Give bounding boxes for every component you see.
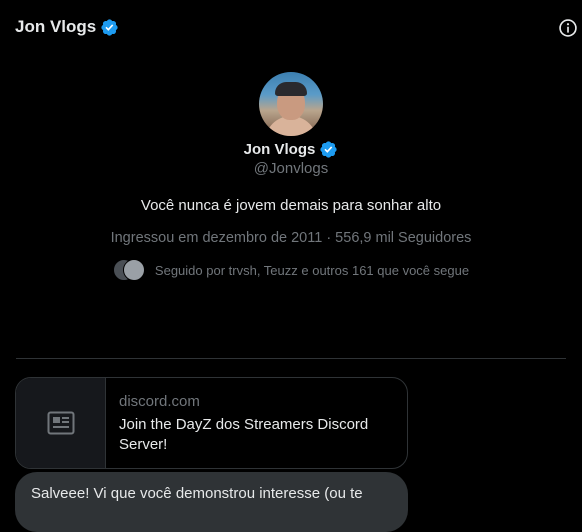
link-card-thumbnail [16,378,106,468]
profile-avatar[interactable] [259,72,323,136]
follower-avatars [112,259,145,281]
link-card-text: discord.com Join the DayZ dos Streamers … [106,378,389,468]
message-bubble[interactable]: Salveee! Vi que você demonstrou interess… [15,472,408,532]
link-preview-card[interactable]: discord.com Join the DayZ dos Streamers … [15,377,408,469]
profile-handle[interactable]: @Jonvlogs [0,160,582,180]
follower-avatar [122,259,145,281]
followed-by-text[interactable]: Seguido por trvsh, Teuzz e outros 161 qu… [155,263,469,278]
profile-summary: Jon Vlogs @Jonvlogs Você nunca é jovem d… [0,70,582,282]
article-icon [47,411,74,435]
header-title: Jon Vlogs [15,17,119,37]
profile-name-row[interactable]: Jon Vlogs [0,138,582,160]
profile-bio: Você nunca é jovem demais para sonhar al… [140,197,442,214]
profile-name[interactable]: Jon Vlogs [244,141,316,158]
verified-badge-icon [320,140,337,158]
link-domain: discord.com [119,393,200,410]
link-title: Join the DayZ dos Streamers Discord Serv… [119,416,369,453]
header-name: Jon Vlogs [15,17,97,36]
followed-by-row[interactable]: Seguido por trvsh, Teuzz e outros 161 qu… [0,258,582,282]
profile-meta: Ingressou em dezembro de 2011 · 556,9 mi… [110,230,472,246]
divider [16,358,566,359]
message-text: Salveee! Vi que você demonstrou interess… [31,485,363,502]
verified-badge-icon [101,18,118,36]
conversation-header: Jon Vlogs [0,0,582,56]
info-icon[interactable] [558,18,578,38]
